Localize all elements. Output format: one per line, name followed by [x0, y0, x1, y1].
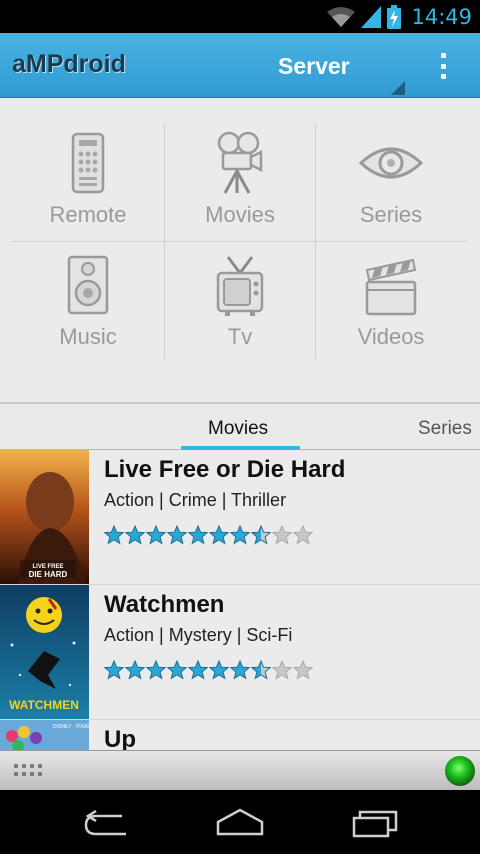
list-item[interactable]: DISNEY · PIXAR Up: [0, 720, 480, 750]
svg-text:DISNEY · PIXAR: DISNEY · PIXAR: [53, 724, 89, 730]
tab-movies[interactable]: Movies: [208, 418, 268, 440]
list-item[interactable]: LIVE FREE DIE HARD Live Free or Die Hard…: [0, 450, 480, 585]
back-icon[interactable]: [82, 810, 130, 836]
tile-label: Movies: [205, 202, 275, 227]
overflow-dot: [440, 53, 446, 58]
app-title[interactable]: aMPdroid: [12, 50, 126, 79]
movie-poster: LIVE FREE DIE HARD: [0, 450, 89, 584]
rating-stars: [104, 525, 313, 545]
star-filled-icon: [230, 525, 250, 545]
signal-icon: [361, 6, 382, 28]
tile-series[interactable]: Series: [315, 120, 467, 238]
movie-poster: WATCHMEN: [0, 585, 89, 719]
star-empty-icon: [272, 660, 292, 680]
spinner-corner-icon: [391, 81, 405, 95]
overflow-menu-button[interactable]: [432, 49, 454, 83]
star-empty-icon: [293, 660, 313, 680]
battery-charging-icon: [387, 5, 402, 29]
movie-title: Live Free or Die Hard: [104, 456, 346, 483]
tile-movies[interactable]: Movies: [164, 120, 316, 238]
star-filled-icon: [125, 660, 145, 680]
server-selector[interactable]: Server: [278, 53, 350, 80]
movie-title: Up: [104, 726, 136, 750]
tile-remote[interactable]: Remote: [12, 120, 164, 238]
star-empty-icon: [272, 525, 292, 545]
tile-label: Tv: [227, 324, 253, 349]
tile-label: Music: [59, 324, 117, 349]
movie-camera-icon: [217, 131, 263, 194]
star-filled-icon: [188, 660, 208, 680]
star-filled-icon: [104, 660, 124, 680]
status-icons: 14:49: [327, 4, 472, 30]
star-filled-icon: [104, 525, 124, 545]
bottom-status-bar: [0, 750, 480, 790]
dashboard-grid: Remote Movies Series Music Tv Videos: [12, 120, 467, 360]
svg-text:DIE HARD: DIE HARD: [29, 570, 68, 579]
star-half-icon: [251, 525, 271, 545]
app-root: 14:49 aMPdroid Server Remote Movies Seri…: [0, 0, 480, 854]
star-filled-icon: [230, 660, 250, 680]
wifi-icon: [327, 7, 356, 27]
rating-stars: [104, 660, 313, 680]
eye-icon: [359, 147, 423, 179]
overflow-dot: [440, 74, 446, 79]
home-icon[interactable]: [214, 808, 266, 836]
tile-label: Videos: [357, 324, 425, 349]
speaker-icon: [67, 255, 109, 315]
tab-series[interactable]: Series: [418, 418, 472, 440]
star-filled-icon: [209, 525, 229, 545]
tile-label: Remote: [49, 202, 127, 227]
drawer-handle-icon[interactable]: [14, 764, 42, 776]
star-filled-icon: [125, 525, 145, 545]
star-filled-icon: [167, 525, 187, 545]
status-time: 14:49: [411, 5, 472, 29]
status-bar: 14:49: [0, 0, 480, 33]
tile-videos[interactable]: Videos: [315, 242, 467, 360]
star-filled-icon: [167, 660, 187, 680]
movie-genres: Action | Crime | Thriller: [104, 490, 287, 510]
overflow-dot: [440, 63, 446, 69]
system-nav-bar: [0, 790, 480, 854]
tile-music[interactable]: Music: [12, 242, 164, 360]
star-filled-icon: [146, 660, 166, 680]
star-filled-icon: [188, 525, 208, 545]
tile-tv[interactable]: Tv: [164, 242, 316, 360]
recent-apps-icon[interactable]: [352, 808, 398, 838]
tile-label: Series: [359, 202, 423, 227]
movie-list: LIVE FREE DIE HARD Live Free or Die Hard…: [0, 450, 480, 750]
clapperboard-icon: [365, 258, 417, 316]
movie-poster: DISNEY · PIXAR: [0, 720, 89, 750]
list-item[interactable]: WATCHMEN Watchmen Action | Mystery | Sci…: [0, 585, 480, 720]
movie-genres: Action | Mystery | Sci-Fi: [104, 625, 293, 645]
svg-text:WATCHMEN: WATCHMEN: [9, 698, 79, 712]
tv-icon: [216, 256, 264, 316]
connection-status-led-icon[interactable]: [445, 756, 475, 786]
remote-icon: [71, 132, 105, 194]
tab-strip: Movies Series: [0, 402, 480, 450]
star-filled-icon: [209, 660, 229, 680]
star-half-icon: [251, 660, 271, 680]
star-empty-icon: [293, 525, 313, 545]
movie-title: Watchmen: [104, 591, 225, 618]
action-bar: aMPdroid Server: [0, 33, 480, 98]
star-filled-icon: [146, 525, 166, 545]
